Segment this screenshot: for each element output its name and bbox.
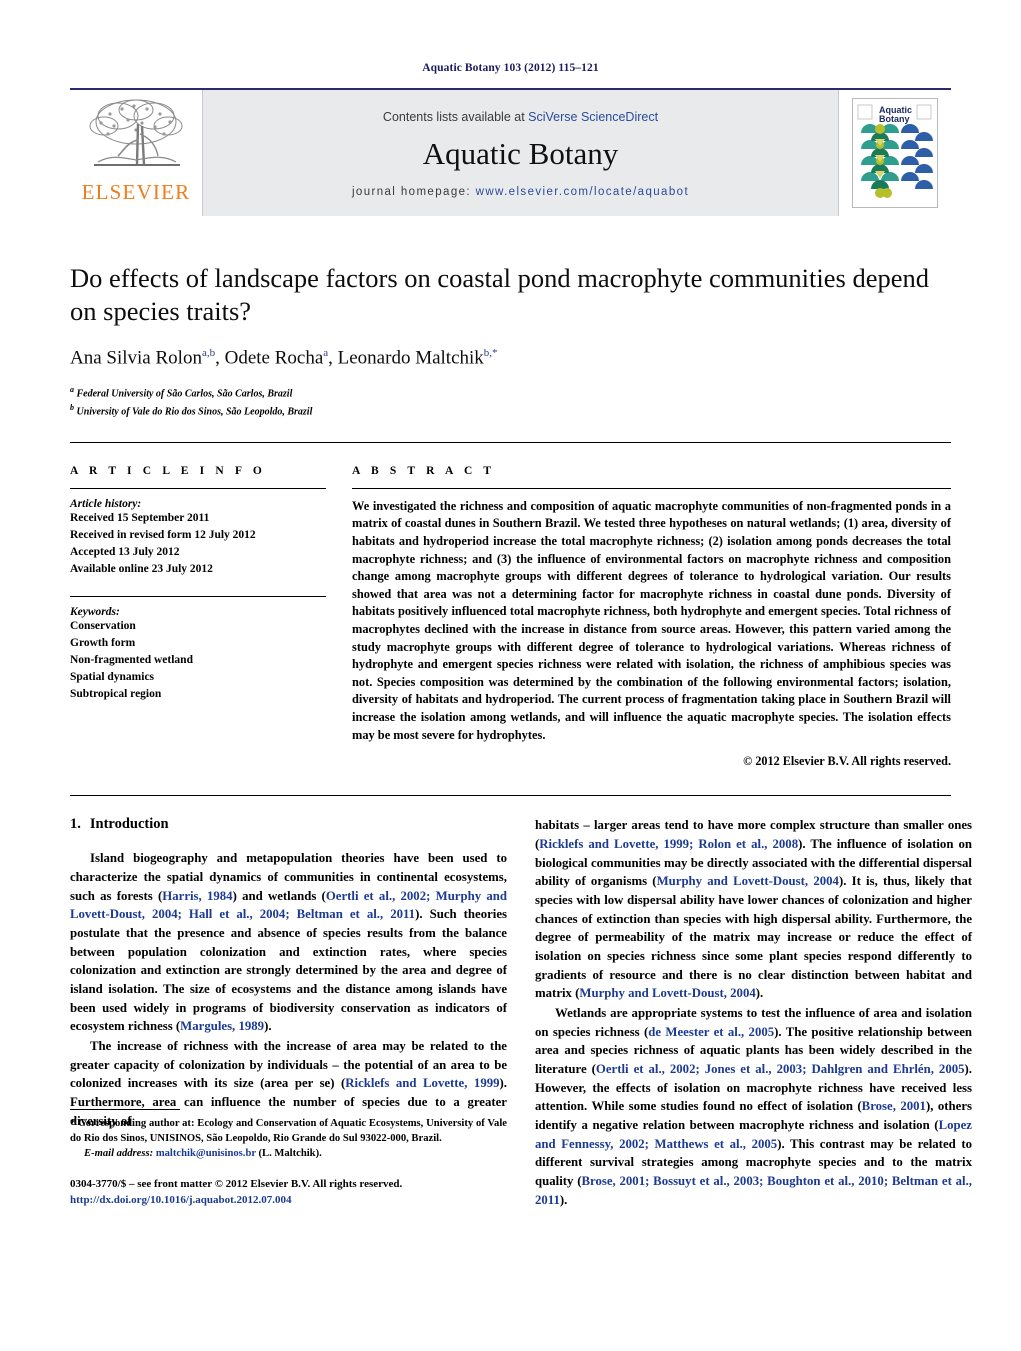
title-block: Do effects of landscape factors on coast…	[70, 262, 951, 420]
divider	[70, 595, 326, 597]
elsevier-wordmark: ELSEVIER	[81, 180, 191, 204]
abstract-column: A B S T R A C T We investigated the rich…	[352, 465, 951, 770]
article-history-item: Received in revised form 12 July 2012	[70, 528, 256, 541]
citation-link[interactable]: de Meester et al., 2005	[648, 1025, 774, 1039]
citation-link[interactable]: Ricklefs and Lovette, 1999	[345, 1076, 499, 1090]
author-list: Ana Silvia Rolona,b, Odete Rochaa, Leona…	[70, 347, 951, 369]
article-history-item: Received 15 September 2011	[70, 511, 210, 524]
footnote-block: * Corresponding author at: Ecology and C…	[70, 1109, 507, 1209]
citation-link[interactable]: Ricklefs and Lovette, 1999; Rolon et al.…	[539, 837, 798, 851]
paragraph: Wetlands are appropriate systems to test…	[535, 1004, 972, 1209]
journal-homepage-line: journal homepage: www.elsevier.com/locat…	[352, 186, 689, 198]
introduction-number: 1.	[70, 816, 81, 833]
journal-cover-thumbnail: Aquatic Botany	[852, 98, 938, 208]
abstract-text: We investigated the richness and composi…	[352, 498, 951, 742]
article-history-item: Accepted 13 July 2012	[70, 545, 180, 558]
article-history-item: Available online 23 July 2012	[70, 562, 213, 575]
contents-prefix: Contents lists available at	[382, 110, 525, 124]
elsevier-tree-icon	[84, 96, 188, 179]
affiliation-b-text: University of Vale do Rio dos Sinos, São…	[76, 406, 313, 418]
running-head: Aquatic Botany 103 (2012) 115–121	[422, 62, 599, 74]
footnote-divider	[70, 1109, 180, 1111]
keyword-item: Non-fragmented wetland	[70, 653, 193, 666]
citation-link[interactable]: Brose, 2001; Bossuyt et al., 2003; Bough…	[535, 1174, 972, 1207]
keywords-block: Keywords: Conservation Growth form Non-f…	[70, 606, 326, 703]
author-2: , Odete Rocha	[215, 347, 324, 369]
text-run: ). It is, thus, likely that species with…	[535, 874, 973, 1001]
affiliation-b: b University of Vale do Rio dos Sinos, S…	[70, 402, 951, 420]
publisher-logo: ELSEVIER	[70, 90, 203, 216]
email-note: E-mail address: maltchik@unisinos.br (L.…	[70, 1146, 507, 1161]
corresponding-author-note: * Corresponding author at: Ecology and C…	[70, 1116, 507, 1146]
sciencedirect-link[interactable]: SciVerse ScienceDirect	[528, 110, 658, 124]
corresponding-author-text: Corresponding author at: Ecology and Con…	[70, 1118, 507, 1145]
author-3: , Leonardo Maltchik	[328, 347, 484, 369]
abstract-heading: A B S T R A C T	[352, 464, 496, 477]
article-info-heading: A R T I C L E I N F O	[70, 464, 266, 477]
issn-line: 0304-3770/$ – see front matter © 2012 El…	[70, 1178, 403, 1191]
journal-cover-container: Aquatic Botany	[838, 90, 951, 216]
divider	[70, 487, 326, 489]
contents-available-line: Contents lists available at SciVerse Sci…	[383, 110, 658, 124]
body-column-left: 1. Introduction Island biogeography and m…	[70, 816, 507, 1209]
body-column-right: habitats – larger areas tend to have mor…	[535, 816, 972, 1209]
masthead-center: Contents lists available at SciVerse Sci…	[203, 90, 838, 216]
journal-title: Aquatic Botany	[422, 136, 619, 171]
citation-link[interactable]: Harris, 1984	[162, 889, 232, 903]
affiliation-b-mark: b	[70, 402, 74, 412]
introduction-heading: 1. Introduction	[70, 816, 507, 833]
introduction-title: Introduction	[89, 816, 169, 833]
text-run: ).	[559, 1192, 568, 1207]
journal-masthead: ELSEVIER Contents lists available at Sci…	[70, 88, 951, 216]
text-run: ).	[755, 986, 764, 1001]
article-history-label: Article history:	[70, 497, 142, 510]
text-run: ). Such theories postulate that the pres…	[70, 907, 507, 1034]
keyword-item: Conservation	[70, 619, 136, 632]
citation-link[interactable]: Oertli et al., 2002; Jones et al., 2003;…	[596, 1062, 965, 1076]
issn-copyright-block: 0304-3770/$ – see front matter © 2012 El…	[70, 1177, 507, 1209]
article-page: Aquatic Botany 103 (2012) 115–121 ELSEVI…	[0, 0, 1021, 1351]
affiliation-a: a Federal University of São Carlos, São …	[70, 384, 951, 402]
page-title: Do effects of landscape factors on coast…	[70, 263, 929, 326]
author-1: Ana Silvia Rolon	[70, 347, 202, 369]
author-3-affiliation-mark: b,*	[483, 346, 498, 359]
keyword-item: Spatial dynamics	[70, 670, 155, 683]
author-1-affiliation-mark: a,b	[201, 346, 216, 359]
text-run: ) and wetlands (	[232, 888, 326, 903]
article-info-column: A R T I C L E I N F O Article history: R…	[70, 465, 326, 770]
article-body: 1. Introduction Island biogeography and m…	[70, 795, 972, 1209]
divider	[352, 487, 951, 489]
citation-link[interactable]: Margules, 1989	[180, 1019, 264, 1033]
affiliation-a-text: Federal University of São Carlos, São Ca…	[76, 388, 293, 400]
email-suffix: (L. Maltchik).	[255, 1148, 322, 1160]
homepage-url-link[interactable]: www.elsevier.com/locate/aquabot	[476, 186, 689, 198]
doi-link[interactable]: http://dx.doi.org/10.1016/j.aquabot.2012…	[70, 1194, 292, 1206]
keywords-label: Keywords:	[70, 605, 120, 618]
affiliation-list: a Federal University of São Carlos, São …	[70, 384, 951, 420]
email-label: E-mail address:	[84, 1148, 154, 1160]
keyword-item: Subtropical region	[70, 687, 162, 700]
citation-link[interactable]: Murphy and Lovett-Doust, 2004	[579, 986, 755, 1000]
info-abstract-section: A R T I C L E I N F O Article history: R…	[70, 441, 951, 770]
email-link[interactable]: maltchik@unisinos.br	[156, 1148, 256, 1159]
homepage-label: journal homepage:	[351, 186, 471, 198]
text-run: ).	[264, 1019, 272, 1034]
paragraph: Island biogeography and metapopulation t…	[70, 849, 507, 1036]
keyword-item: Growth form	[70, 636, 136, 649]
svg-text:Botany: Botany	[879, 114, 910, 124]
citation-link[interactable]: Murphy and Lovett-Doust, 2004	[657, 874, 839, 888]
abstract-copyright: © 2012 Elsevier B.V. All rights reserved…	[743, 754, 951, 769]
citation-link[interactable]: Brose, 2001	[862, 1099, 926, 1113]
paragraph: habitats – larger areas tend to have mor…	[535, 816, 972, 1003]
affiliation-a-mark: a	[70, 385, 74, 395]
